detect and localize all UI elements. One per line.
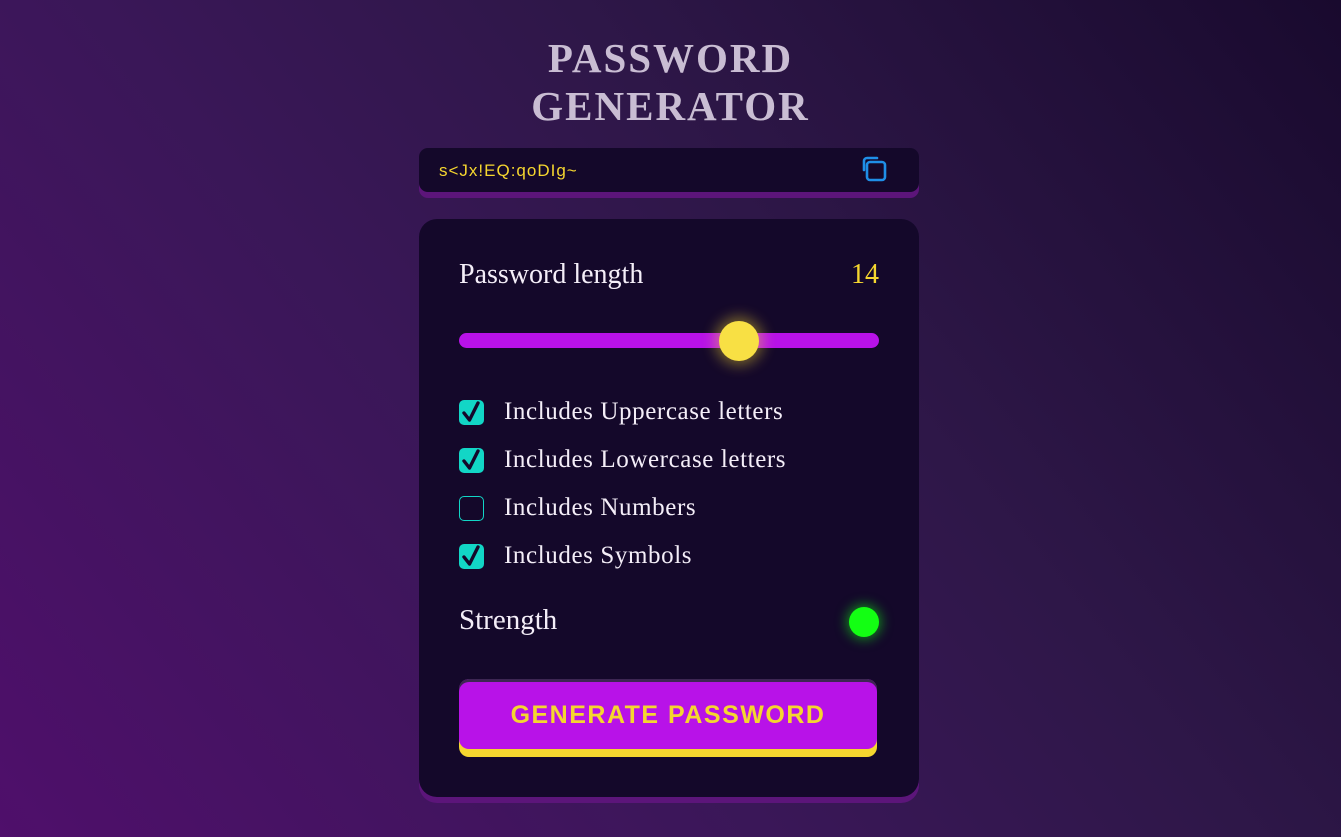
option-uppercase[interactable]: Includes Uppercase letters xyxy=(459,398,784,425)
settings-card: Password length 14 Includes Uppercase le… xyxy=(419,219,919,797)
checkmark-icon xyxy=(462,544,480,566)
option-numbers[interactable]: Includes Numbers xyxy=(459,494,697,521)
option-label: Includes Uppercase letters xyxy=(504,398,784,425)
password-length-label: Password length xyxy=(459,259,644,290)
strength-label: Strength xyxy=(459,604,558,636)
generate-password-button[interactable]: GENERATE PASSWORD xyxy=(459,679,877,749)
numbers-checkbox[interactable] xyxy=(459,495,484,521)
checkmark-icon xyxy=(462,448,480,470)
strength-indicator xyxy=(849,607,879,637)
title-line-2: GENERATOR xyxy=(531,83,810,129)
option-label: Includes Numbers xyxy=(504,494,697,521)
option-symbols[interactable]: Includes Symbols xyxy=(459,542,693,569)
page-title: PASSWORD GENERATOR xyxy=(0,34,1341,130)
copy-button[interactable] xyxy=(857,153,891,187)
option-label: Includes Lowercase letters xyxy=(504,446,787,473)
password-display: s<Jx!EQ:qoDIg~ xyxy=(419,148,919,192)
option-lowercase[interactable]: Includes Lowercase letters xyxy=(459,446,787,473)
symbols-checkbox[interactable] xyxy=(459,543,484,569)
option-label: Includes Symbols xyxy=(504,542,693,569)
generated-password-text: s<Jx!EQ:qoDIg~ xyxy=(439,161,578,180)
uppercase-checkbox[interactable] xyxy=(459,399,484,425)
password-length-value: 14 xyxy=(851,259,879,290)
checkmark-icon xyxy=(462,400,480,422)
lowercase-checkbox[interactable] xyxy=(459,447,484,473)
slider-thumb[interactable] xyxy=(719,321,760,361)
copy-icon xyxy=(862,156,887,182)
title-line-1: PASSWORD xyxy=(547,35,794,81)
length-slider[interactable] xyxy=(459,321,879,361)
